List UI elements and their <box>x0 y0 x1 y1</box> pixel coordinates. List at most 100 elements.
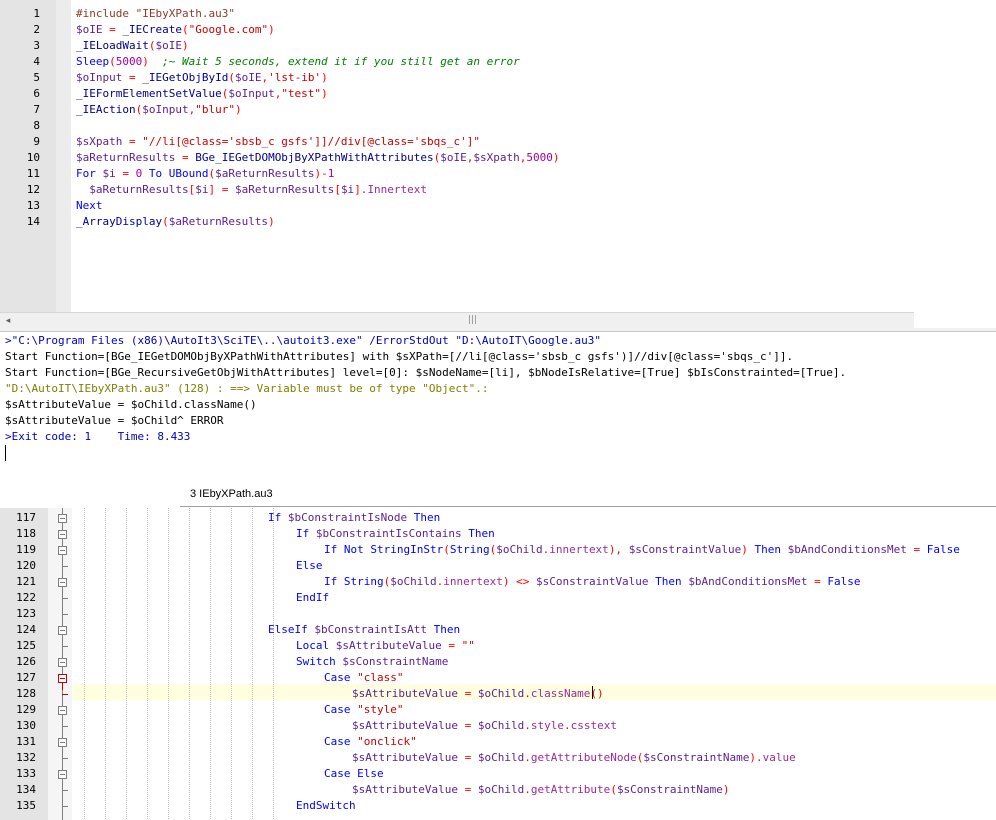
code-line[interactable]: $aReturnResults = BGe_IEGetDOMObjByXPath… <box>76 150 560 166</box>
code-token: $sConstraintName <box>335 655 449 668</box>
output-line[interactable]: Start Function=[BGe_RecursiveGetObjWithA… <box>5 365 846 381</box>
code-line[interactable]: #include "IEbyXPath.au3" <box>76 6 235 22</box>
code-token: $sXpath <box>76 135 123 148</box>
code-line[interactable]: $sAttributeValue = $oChild.getAttribute(… <box>352 782 730 798</box>
code-token: $aReturnResults <box>168 215 269 228</box>
code-line[interactable]: $oInput = _IEGetObjById($oIE,'lst-ib') <box>76 70 328 86</box>
fold-end-tick <box>62 566 68 567</box>
output-line[interactable]: >Exit code: 1 Time: 8.433 <box>5 429 190 445</box>
line-number: 120 <box>16 559 36 572</box>
code-line[interactable]: $oIE = _IECreate("Google.com") <box>76 22 275 38</box>
tab-ie-by-xpath[interactable]: 3 IEbyXPath.au3 <box>190 486 273 502</box>
line-number: 127 <box>16 671 36 684</box>
code-line[interactable]: Case "class" <box>324 670 403 686</box>
line-number: 4 <box>33 55 40 68</box>
line-number: 10 <box>26 151 40 164</box>
code-line[interactable]: Local $sAttributeValue = "" <box>296 638 475 654</box>
output-pane[interactable]: >"C:\Program Files (x86)\AutoIt3\SciTE\.… <box>0 332 996 472</box>
code-line[interactable]: Switch $sConstraintName <box>296 654 448 670</box>
output-line[interactable]: Start Function=[BGe_IEGetDOMObjByXPathWi… <box>5 349 793 365</box>
code-line[interactable]: For $i = 0 To UBound($aReturnResults)-1 <box>76 166 334 182</box>
code-line[interactable]: $sAttributeValue = $oChild.className() <box>352 686 604 702</box>
fold-minus-icon[interactable] <box>58 626 67 635</box>
tab-bar: 3 IEbyXPath.au3 <box>0 486 996 508</box>
code-line[interactable]: If $bConstraintIsContains Then <box>296 526 495 542</box>
code-token: Innertext <box>367 183 428 196</box>
code-line[interactable]: $sAttributeValue = $oChild.style.csstext <box>352 718 617 734</box>
code-token: String <box>343 575 384 588</box>
code-token: "class" <box>350 671 404 684</box>
output-line[interactable]: >"C:\Program Files (x86)\AutoIt3\SciTE\.… <box>5 333 601 349</box>
scroll-left-arrow-icon[interactable]: ◂ <box>3 315 13 327</box>
code-line[interactable]: _ArrayDisplay($aReturnResults) <box>76 214 275 230</box>
code-line[interactable]: Else <box>296 558 323 574</box>
bottom-code-editor[interactable]: 117 118 119 120 121 122 123 124 125 126 127 128 129 1… <box>0 508 996 820</box>
code-token: $oInput <box>228 87 275 100</box>
fold-end-tick <box>62 806 68 807</box>
code-line[interactable]: Case Else <box>324 766 384 782</box>
line-number: 9 <box>33 135 40 148</box>
top-horizontal-scrollbar[interactable]: ◂ ||| <box>0 312 914 328</box>
code-line[interactable]: If $bConstraintIsNode Then <box>268 510 440 526</box>
code-token: "onclick" <box>350 735 417 748</box>
code-token: . <box>524 783 531 796</box>
line-number: 3 <box>33 39 40 52</box>
line-number: 122 <box>16 591 36 604</box>
code-token: $sConstraintValue <box>628 543 742 556</box>
output-line[interactable]: "D:\AutoIT\IEbyXPath.au3" (128) : ==> Va… <box>5 381 488 397</box>
code-token: $oChild <box>477 719 525 732</box>
code-line[interactable]: Next <box>76 198 103 214</box>
code-token: ( <box>443 543 450 556</box>
scroll-thumb-grip[interactable]: ||| <box>468 315 482 325</box>
output-line[interactable]: $sAttributeValue = $oChild.className() <box>5 397 257 413</box>
fold-minus-icon[interactable] <box>58 738 67 747</box>
fold-minus-icon[interactable] <box>58 546 67 555</box>
code-token: $sXpath <box>473 151 520 164</box>
fold-minus-icon[interactable] <box>58 674 67 683</box>
text-caret <box>592 686 593 699</box>
code-token: 5000 <box>115 55 143 68</box>
code-line[interactable]: ElseIf $bConstraintIsAtt Then <box>268 622 460 638</box>
code-token: $i <box>340 183 355 196</box>
fold-end-tick <box>62 726 68 727</box>
output-caret <box>5 445 6 461</box>
code-token: String <box>449 543 490 556</box>
code-line[interactable]: _IEAction($oInput,"blur") <box>76 102 242 118</box>
code-token: $bAndConditionsMet <box>787 543 907 556</box>
fold-minus-icon[interactable] <box>58 530 67 539</box>
code-token: $oChild <box>477 751 525 764</box>
code-line[interactable]: EndIf <box>296 590 329 606</box>
code-line[interactable]: _IEFormElementSetValue($oInput,"test") <box>76 86 328 102</box>
fold-minus-icon[interactable] <box>58 514 67 523</box>
code-line[interactable]: Case "style" <box>324 702 403 718</box>
code-line[interactable]: $aReturnResults[$i] = $aReturnResults[$i… <box>76 182 427 198</box>
line-number: 129 <box>16 703 36 716</box>
code-token: = <box>457 719 478 732</box>
code-token: $bConstraintIsNode <box>281 511 408 524</box>
code-token: = <box>122 135 143 148</box>
code-line[interactable]: If Not StringInStr(String($oChild.innert… <box>324 542 960 558</box>
code-line[interactable]: $sAttributeValue = $oChild.getAttributeN… <box>352 750 796 766</box>
code-line[interactable]: Sleep(5000) ;~ Wait 5 seconds, extend it… <box>76 54 520 70</box>
top-code-editor[interactable]: 1 2 3 4 5 6 7 8 9 10 11 12 13 14 #include "IEbyXPath.… <box>0 0 996 312</box>
code-line[interactable]: $sXpath = "//li[@class='sbsb_c gsfs']]//… <box>76 134 480 150</box>
output-line[interactable]: $sAttributeValue = $oChild^ ERROR <box>5 413 224 429</box>
code-token: = <box>457 751 478 764</box>
fold-minus-icon[interactable] <box>58 658 67 667</box>
code-line[interactable]: Case "onclick" <box>324 734 417 750</box>
code-token: ) <box>268 215 275 228</box>
code-token: To <box>142 167 169 180</box>
code-token: Switch <box>296 655 336 668</box>
top-code-area[interactable]: #include "IEbyXPath.au3" $oIE = _IECreate… <box>71 0 914 312</box>
code-line[interactable]: If String($oChild.innertext) <> $sConstr… <box>324 574 861 590</box>
code-token: "blur" <box>195 103 235 116</box>
code-token: ), <box>608 543 629 556</box>
fold-minus-icon[interactable] <box>58 770 67 779</box>
indent-guide <box>168 508 169 820</box>
fold-minus-icon[interactable] <box>58 578 67 587</box>
fold-minus-icon[interactable] <box>58 706 67 715</box>
code-token: ( <box>162 215 169 228</box>
code-line[interactable]: EndSwitch <box>296 798 356 814</box>
code-line[interactable]: _IELoadWait($oIE) <box>76 38 189 54</box>
code-token: ( <box>181 23 189 36</box>
